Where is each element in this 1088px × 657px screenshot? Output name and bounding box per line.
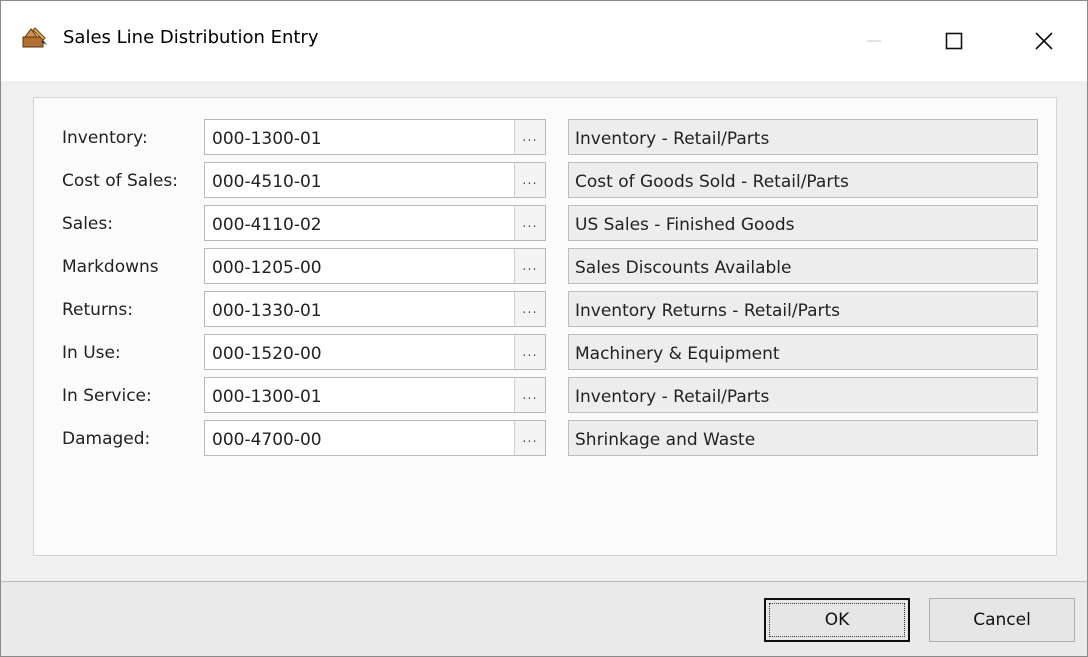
account-field-cost-of-sales[interactable]: 000-4510-01 <box>204 162 544 198</box>
description-field: Inventory - Retail/Parts <box>568 377 1038 413</box>
row-label: Damaged: <box>62 429 151 449</box>
distribution-panel: Inventory: 000-1300-01 ... Inventory - R… <box>33 97 1057 556</box>
lookup-button[interactable]: ... <box>514 205 546 241</box>
description-value: Inventory - Retail/Parts <box>575 387 770 407</box>
row-cost-of-sales: Cost of Sales: 000-4510-01 ... Cost of G… <box>34 162 1056 200</box>
lookup-button[interactable]: ... <box>514 291 546 327</box>
account-field-markdowns[interactable]: 000-1205-00 <box>204 248 544 284</box>
account-field-returns[interactable]: 000-1330-01 <box>204 291 544 327</box>
focus-rectangle <box>769 603 905 637</box>
row-label: Cost of Sales: <box>62 171 178 191</box>
minimize-button[interactable] <box>843 1 905 81</box>
account-value: 000-4110-02 <box>212 215 322 235</box>
maximize-icon <box>945 32 963 50</box>
minimize-icon <box>867 40 881 42</box>
ok-button[interactable]: OK <box>764 598 910 642</box>
row-label: Markdowns <box>62 257 159 277</box>
row-damaged: Damaged: 000-4700-00 ... Shrinkage and W… <box>34 420 1056 458</box>
row-label: Returns: <box>62 300 133 320</box>
lookup-button[interactable]: ... <box>514 377 546 413</box>
lookup-button[interactable]: ... <box>514 119 546 155</box>
row-in-use: In Use: 000-1520-00 ... Machinery & Equi… <box>34 334 1056 372</box>
cancel-button[interactable]: Cancel <box>929 598 1075 642</box>
description-field: Shrinkage and Waste <box>568 420 1038 456</box>
account-value: 000-4510-01 <box>212 172 322 192</box>
lookup-button[interactable]: ... <box>514 334 546 370</box>
account-value: 000-1300-01 <box>212 387 322 407</box>
account-value: 000-4700-00 <box>212 430 322 450</box>
dialog-footer: OK Cancel <box>1 582 1087 656</box>
account-field-in-use[interactable]: 000-1520-00 <box>204 334 544 370</box>
maximize-button[interactable] <box>923 1 985 81</box>
account-field-sales[interactable]: 000-4110-02 <box>204 205 544 241</box>
description-value: US Sales - Finished Goods <box>575 215 795 235</box>
description-value: Inventory - Retail/Parts <box>575 129 770 149</box>
close-icon <box>1035 32 1053 50</box>
description-field: Machinery & Equipment <box>568 334 1038 370</box>
account-field-inventory[interactable]: 000-1300-01 <box>204 119 544 155</box>
title-bar: Sales Line Distribution Entry <box>1 1 1087 81</box>
description-field: Sales Discounts Available <box>568 248 1038 284</box>
description-value: Cost of Goods Sold - Retail/Parts <box>575 172 849 192</box>
description-field: Inventory - Retail/Parts <box>568 119 1038 155</box>
dialog-content: Inventory: 000-1300-01 ... Inventory - R… <box>1 81 1087 581</box>
lookup-button[interactable]: ... <box>514 248 546 284</box>
close-button[interactable] <box>1013 1 1075 81</box>
description-field: US Sales - Finished Goods <box>568 205 1038 241</box>
row-label: In Service: <box>62 386 152 406</box>
row-in-service: In Service: 000-1300-01 ... Inventory - … <box>34 377 1056 415</box>
account-field-damaged[interactable]: 000-4700-00 <box>204 420 544 456</box>
row-sales: Sales: 000-4110-02 ... US Sales - Finish… <box>34 205 1056 243</box>
lookup-button[interactable]: ... <box>514 162 546 198</box>
row-returns: Returns: 000-1330-01 ... Inventory Retur… <box>34 291 1056 329</box>
paint-brush-icon <box>21 25 49 49</box>
description-field: Inventory Returns - Retail/Parts <box>568 291 1038 327</box>
cancel-label: Cancel <box>973 610 1031 630</box>
description-value: Machinery & Equipment <box>575 344 780 364</box>
description-value: Shrinkage and Waste <box>575 430 756 450</box>
account-value: 000-1520-00 <box>212 344 322 364</box>
lookup-button[interactable]: ... <box>514 420 546 456</box>
window-title: Sales Line Distribution Entry <box>63 27 319 48</box>
row-label: In Use: <box>62 343 121 363</box>
account-value: 000-1300-01 <box>212 129 322 149</box>
account-field-in-service[interactable]: 000-1300-01 <box>204 377 544 413</box>
description-value: Inventory Returns - Retail/Parts <box>575 301 840 321</box>
row-label: Sales: <box>62 214 113 234</box>
description-value: Sales Discounts Available <box>575 258 792 278</box>
dialog-window: Sales Line Distribution Entry Inventory:… <box>0 0 1088 657</box>
description-field: Cost of Goods Sold - Retail/Parts <box>568 162 1038 198</box>
account-value: 000-1330-01 <box>212 301 322 321</box>
account-value: 000-1205-00 <box>212 258 322 278</box>
row-label: Inventory: <box>62 128 148 148</box>
row-inventory: Inventory: 000-1300-01 ... Inventory - R… <box>34 119 1056 157</box>
row-markdowns: Markdowns 000-1205-00 ... Sales Discount… <box>34 248 1056 286</box>
